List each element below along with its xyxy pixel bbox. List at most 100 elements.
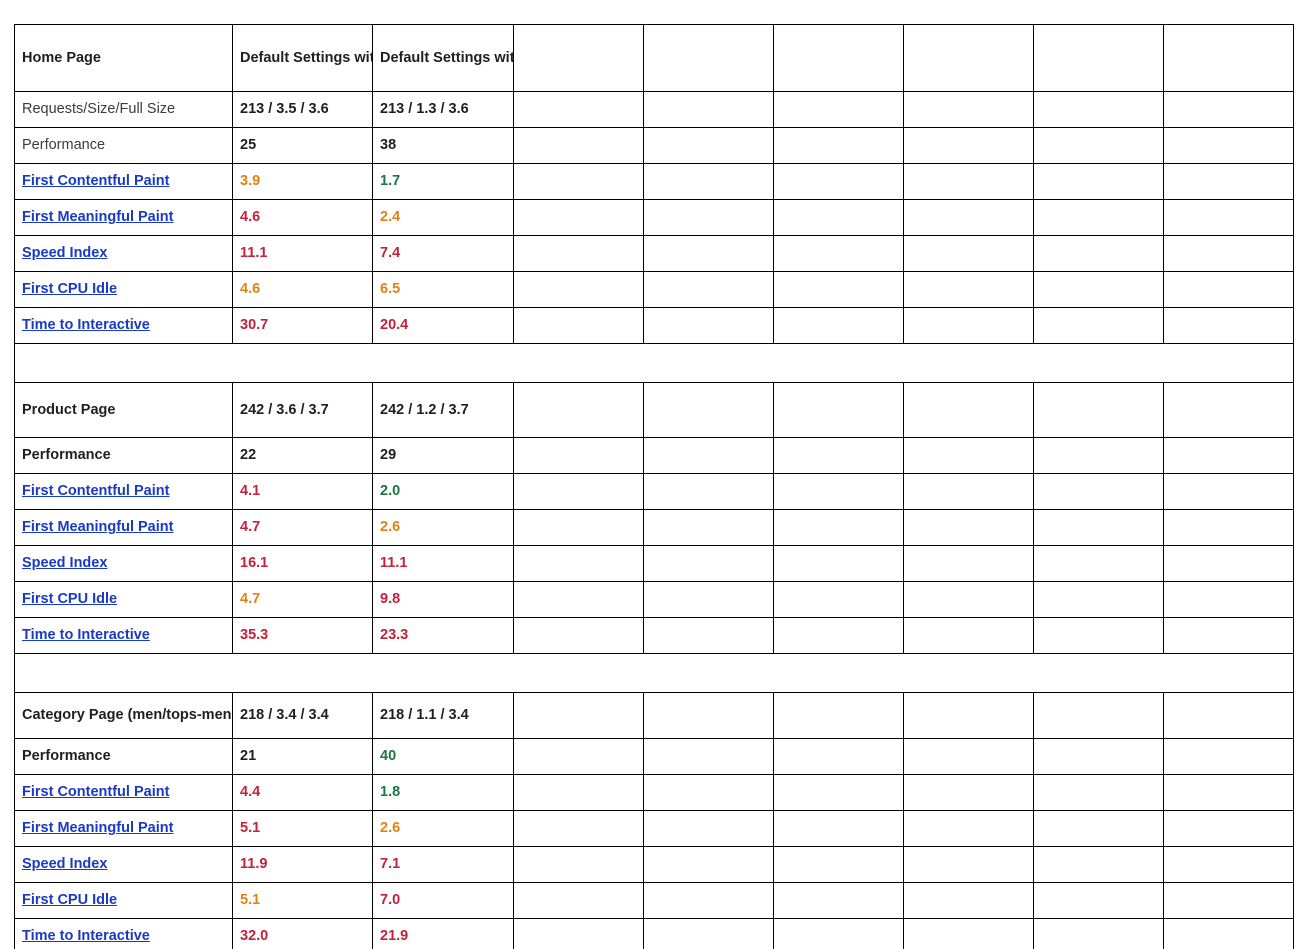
metric-empty-cell[interactable] — [513, 307, 644, 344]
value-cell-v1[interactable]: 4.7 — [232, 581, 373, 618]
metric-empty-cell[interactable] — [1033, 918, 1164, 949]
metric-empty-cell[interactable] — [1163, 307, 1294, 344]
metric-empty-cell[interactable] — [1033, 473, 1164, 510]
metric-empty-cell[interactable] — [1163, 127, 1294, 164]
metric-empty-cell[interactable] — [903, 545, 1034, 582]
metric-empty-cell[interactable] — [1033, 91, 1164, 128]
section-summary-empty-cell[interactable] — [1163, 382, 1294, 438]
value-cell-v1[interactable]: 4.6 — [232, 271, 373, 308]
metric-empty-cell[interactable] — [903, 91, 1034, 128]
value-cell-v1[interactable]: 5.1 — [232, 810, 373, 847]
metric-empty-cell[interactable] — [1033, 738, 1164, 775]
metric-empty-cell[interactable] — [1163, 509, 1294, 546]
section-summary-empty-cell[interactable] — [643, 692, 774, 739]
metric-empty-cell[interactable] — [1163, 882, 1294, 919]
value-cell-v1[interactable]: 16.1 — [232, 545, 373, 582]
metric-link-first-meaningful-paint[interactable]: First Meaningful Paint — [22, 209, 173, 225]
metric-empty-cell[interactable] — [903, 738, 1034, 775]
value-cell-v2[interactable]: 1.8 — [372, 774, 514, 811]
value-cell-v2[interactable]: 7.0 — [372, 882, 514, 919]
metric-empty-cell[interactable] — [513, 810, 644, 847]
metric-empty-cell[interactable] — [903, 846, 1034, 883]
metric-empty-cell[interactable] — [513, 271, 644, 308]
metric-empty-cell[interactable] — [1033, 307, 1164, 344]
metric-link-time-to-interactive[interactable]: Time to Interactive — [22, 317, 150, 333]
metric-empty-cell[interactable] — [643, 307, 774, 344]
metric-empty-cell[interactable] — [513, 163, 644, 200]
metric-empty-cell[interactable] — [1163, 163, 1294, 200]
metric-empty-cell[interactable] — [773, 163, 904, 200]
metric-empty-cell[interactable] — [773, 509, 904, 546]
value-cell-v1[interactable]: 11.1 — [232, 235, 373, 272]
value-cell-v1[interactable]: 11.9 — [232, 846, 373, 883]
section-summary-empty-cell[interactable] — [903, 382, 1034, 438]
metric-empty-cell[interactable] — [1033, 846, 1164, 883]
metric-empty-cell[interactable] — [643, 199, 774, 236]
value-cell-v2[interactable]: 11.1 — [372, 545, 514, 582]
value-cell-v2[interactable]: 9.8 — [372, 581, 514, 618]
metric-empty-cell[interactable] — [903, 163, 1034, 200]
metric-empty-cell[interactable] — [773, 235, 904, 272]
metric-link-first-cpu-idle[interactable]: First CPU Idle — [22, 591, 117, 607]
metric-empty-cell[interactable] — [513, 882, 644, 919]
metric-empty-cell[interactable] — [513, 774, 644, 811]
section-summary-without-gzip[interactable]: 242 / 3.6 / 3.7 — [232, 382, 373, 438]
metric-empty-cell[interactable] — [643, 882, 774, 919]
metric-empty-cell[interactable] — [643, 581, 774, 618]
metric-link-speed-index[interactable]: Speed Index — [22, 555, 107, 571]
metric-empty-cell[interactable] — [513, 199, 644, 236]
header-empty-cell[interactable] — [903, 24, 1034, 92]
value-cell-v2[interactable]: 213 / 1.3 / 3.6 — [372, 91, 514, 128]
header-empty-cell[interactable] — [1163, 24, 1294, 92]
section-summary-empty-cell[interactable] — [773, 692, 904, 739]
header-empty-cell[interactable] — [773, 24, 904, 92]
section-summary-empty-cell[interactable] — [1033, 692, 1164, 739]
metric-empty-cell[interactable] — [773, 437, 904, 474]
value-cell-v2[interactable]: 20.4 — [372, 307, 514, 344]
metric-empty-cell[interactable] — [513, 581, 644, 618]
metric-empty-cell[interactable] — [1033, 545, 1164, 582]
value-cell-v2[interactable]: 29 — [372, 437, 514, 474]
metric-empty-cell[interactable] — [1163, 545, 1294, 582]
metric-empty-cell[interactable] — [643, 91, 774, 128]
metric-empty-cell[interactable] — [513, 437, 644, 474]
metric-link-first-contentful-paint[interactable]: First Contentful Paint — [22, 483, 169, 499]
metric-empty-cell[interactable] — [643, 810, 774, 847]
value-cell-v1[interactable]: 3.9 — [232, 163, 373, 200]
value-cell-v1[interactable]: 32.0 — [232, 918, 373, 949]
metric-empty-cell[interactable] — [903, 271, 1034, 308]
metric-empty-cell[interactable] — [1163, 235, 1294, 272]
metric-empty-cell[interactable] — [773, 846, 904, 883]
metric-empty-cell[interactable] — [643, 617, 774, 654]
value-cell-v2[interactable]: 2.6 — [372, 509, 514, 546]
value-cell-v1[interactable]: 213 / 3.5 / 3.6 — [232, 91, 373, 128]
metric-link-first-cpu-idle[interactable]: First CPU Idle — [22, 892, 117, 908]
metric-empty-cell[interactable] — [773, 307, 904, 344]
metric-link-first-meaningful-paint[interactable]: First Meaningful Paint — [22, 820, 173, 836]
metric-empty-cell[interactable] — [513, 545, 644, 582]
metric-empty-cell[interactable] — [1033, 127, 1164, 164]
metric-empty-cell[interactable] — [903, 617, 1034, 654]
metric-empty-cell[interactable] — [643, 163, 774, 200]
section-summary-empty-cell[interactable] — [1033, 382, 1164, 438]
metric-empty-cell[interactable] — [773, 918, 904, 949]
metric-empty-cell[interactable] — [643, 235, 774, 272]
metric-empty-cell[interactable] — [1033, 199, 1164, 236]
metric-empty-cell[interactable] — [903, 774, 1034, 811]
metric-empty-cell[interactable] — [1163, 581, 1294, 618]
value-cell-v2[interactable]: 40 — [372, 738, 514, 775]
metric-empty-cell[interactable] — [1033, 810, 1164, 847]
metric-empty-cell[interactable] — [773, 581, 904, 618]
metric-empty-cell[interactable] — [903, 509, 1034, 546]
metric-empty-cell[interactable] — [643, 846, 774, 883]
metric-empty-cell[interactable] — [903, 882, 1034, 919]
metric-link-time-to-interactive[interactable]: Time to Interactive — [22, 627, 150, 643]
value-cell-v2[interactable]: 7.4 — [372, 235, 514, 272]
section-summary-with-gzip[interactable]: 242 / 1.2 / 3.7 — [372, 382, 514, 438]
metric-empty-cell[interactable] — [1163, 846, 1294, 883]
metric-empty-cell[interactable] — [513, 91, 644, 128]
metric-link-speed-index[interactable]: Speed Index — [22, 245, 107, 261]
metric-empty-cell[interactable] — [773, 127, 904, 164]
metric-empty-cell[interactable] — [773, 473, 904, 510]
metric-empty-cell[interactable] — [1033, 509, 1164, 546]
